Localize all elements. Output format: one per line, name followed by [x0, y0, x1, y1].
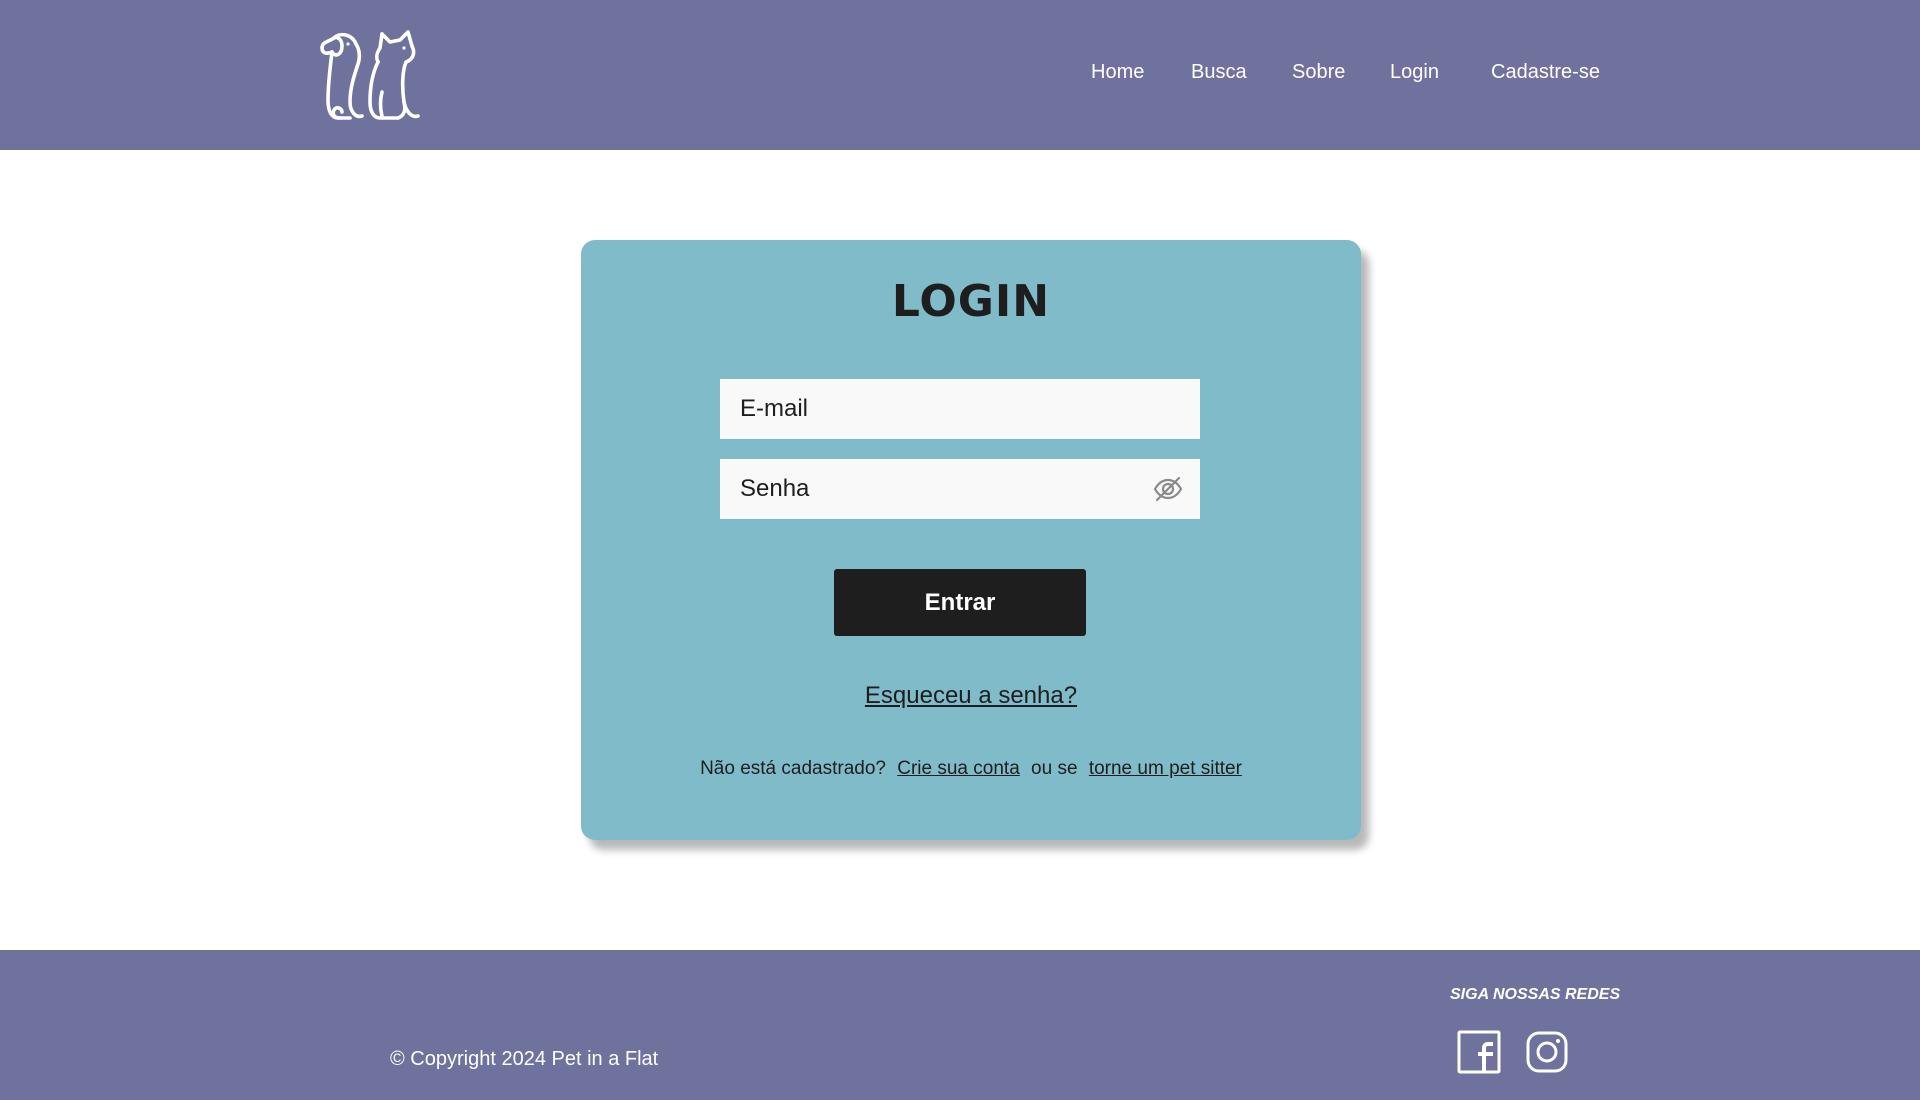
forgot-password-link[interactable]: Esqueceu a senha?: [865, 682, 1077, 709]
become-pet-sitter-link[interactable]: torne um pet sitter: [1089, 758, 1242, 779]
login-title: LOGIN: [891, 276, 1051, 327]
instagram-icon[interactable]: [1525, 1030, 1569, 1074]
main-nav: Home Busca Sobre Login Cadastre-se: [0, 0, 1920, 150]
email-field-wrapper: [720, 379, 1200, 439]
signup-row: Não está cadastrado? Crie sua conta ou s…: [581, 758, 1361, 780]
social-title: SIGA NOSSAS REDES: [1450, 986, 1621, 1003]
site-header: Home Busca Sobre Login Cadastre-se: [0, 0, 1920, 150]
eye-off-icon[interactable]: [1152, 473, 1184, 505]
nav-busca-link[interactable]: Busca: [1191, 61, 1247, 84]
create-account-link[interactable]: Crie sua conta: [897, 758, 1020, 779]
site-footer: © Copyright 2024 Pet in a Flat SIGA NOSS…: [0, 950, 1920, 1100]
password-input[interactable]: [720, 459, 1200, 519]
nav-cadastre-link[interactable]: Cadastre-se: [1491, 61, 1600, 84]
forgot-password-row: Esqueceu a senha?: [581, 682, 1361, 710]
nav-login-link[interactable]: Login: [1390, 61, 1439, 84]
nav-sobre-link[interactable]: Sobre: [1292, 61, 1345, 84]
password-field-wrapper: [720, 459, 1200, 519]
login-card: LOGIN Entrar Esqueceu a senha? Não está …: [581, 240, 1361, 840]
copyright-text: © Copyright 2024 Pet in a Flat: [390, 1048, 659, 1070]
facebook-icon[interactable]: [1457, 1030, 1501, 1074]
entrar-button[interactable]: Entrar: [834, 569, 1086, 636]
nav-home-link[interactable]: Home: [1091, 61, 1144, 84]
signup-prefix-text: Não está cadastrado?: [700, 758, 886, 779]
email-input[interactable]: [720, 379, 1200, 439]
signup-middle-text: ou se: [1031, 758, 1078, 779]
